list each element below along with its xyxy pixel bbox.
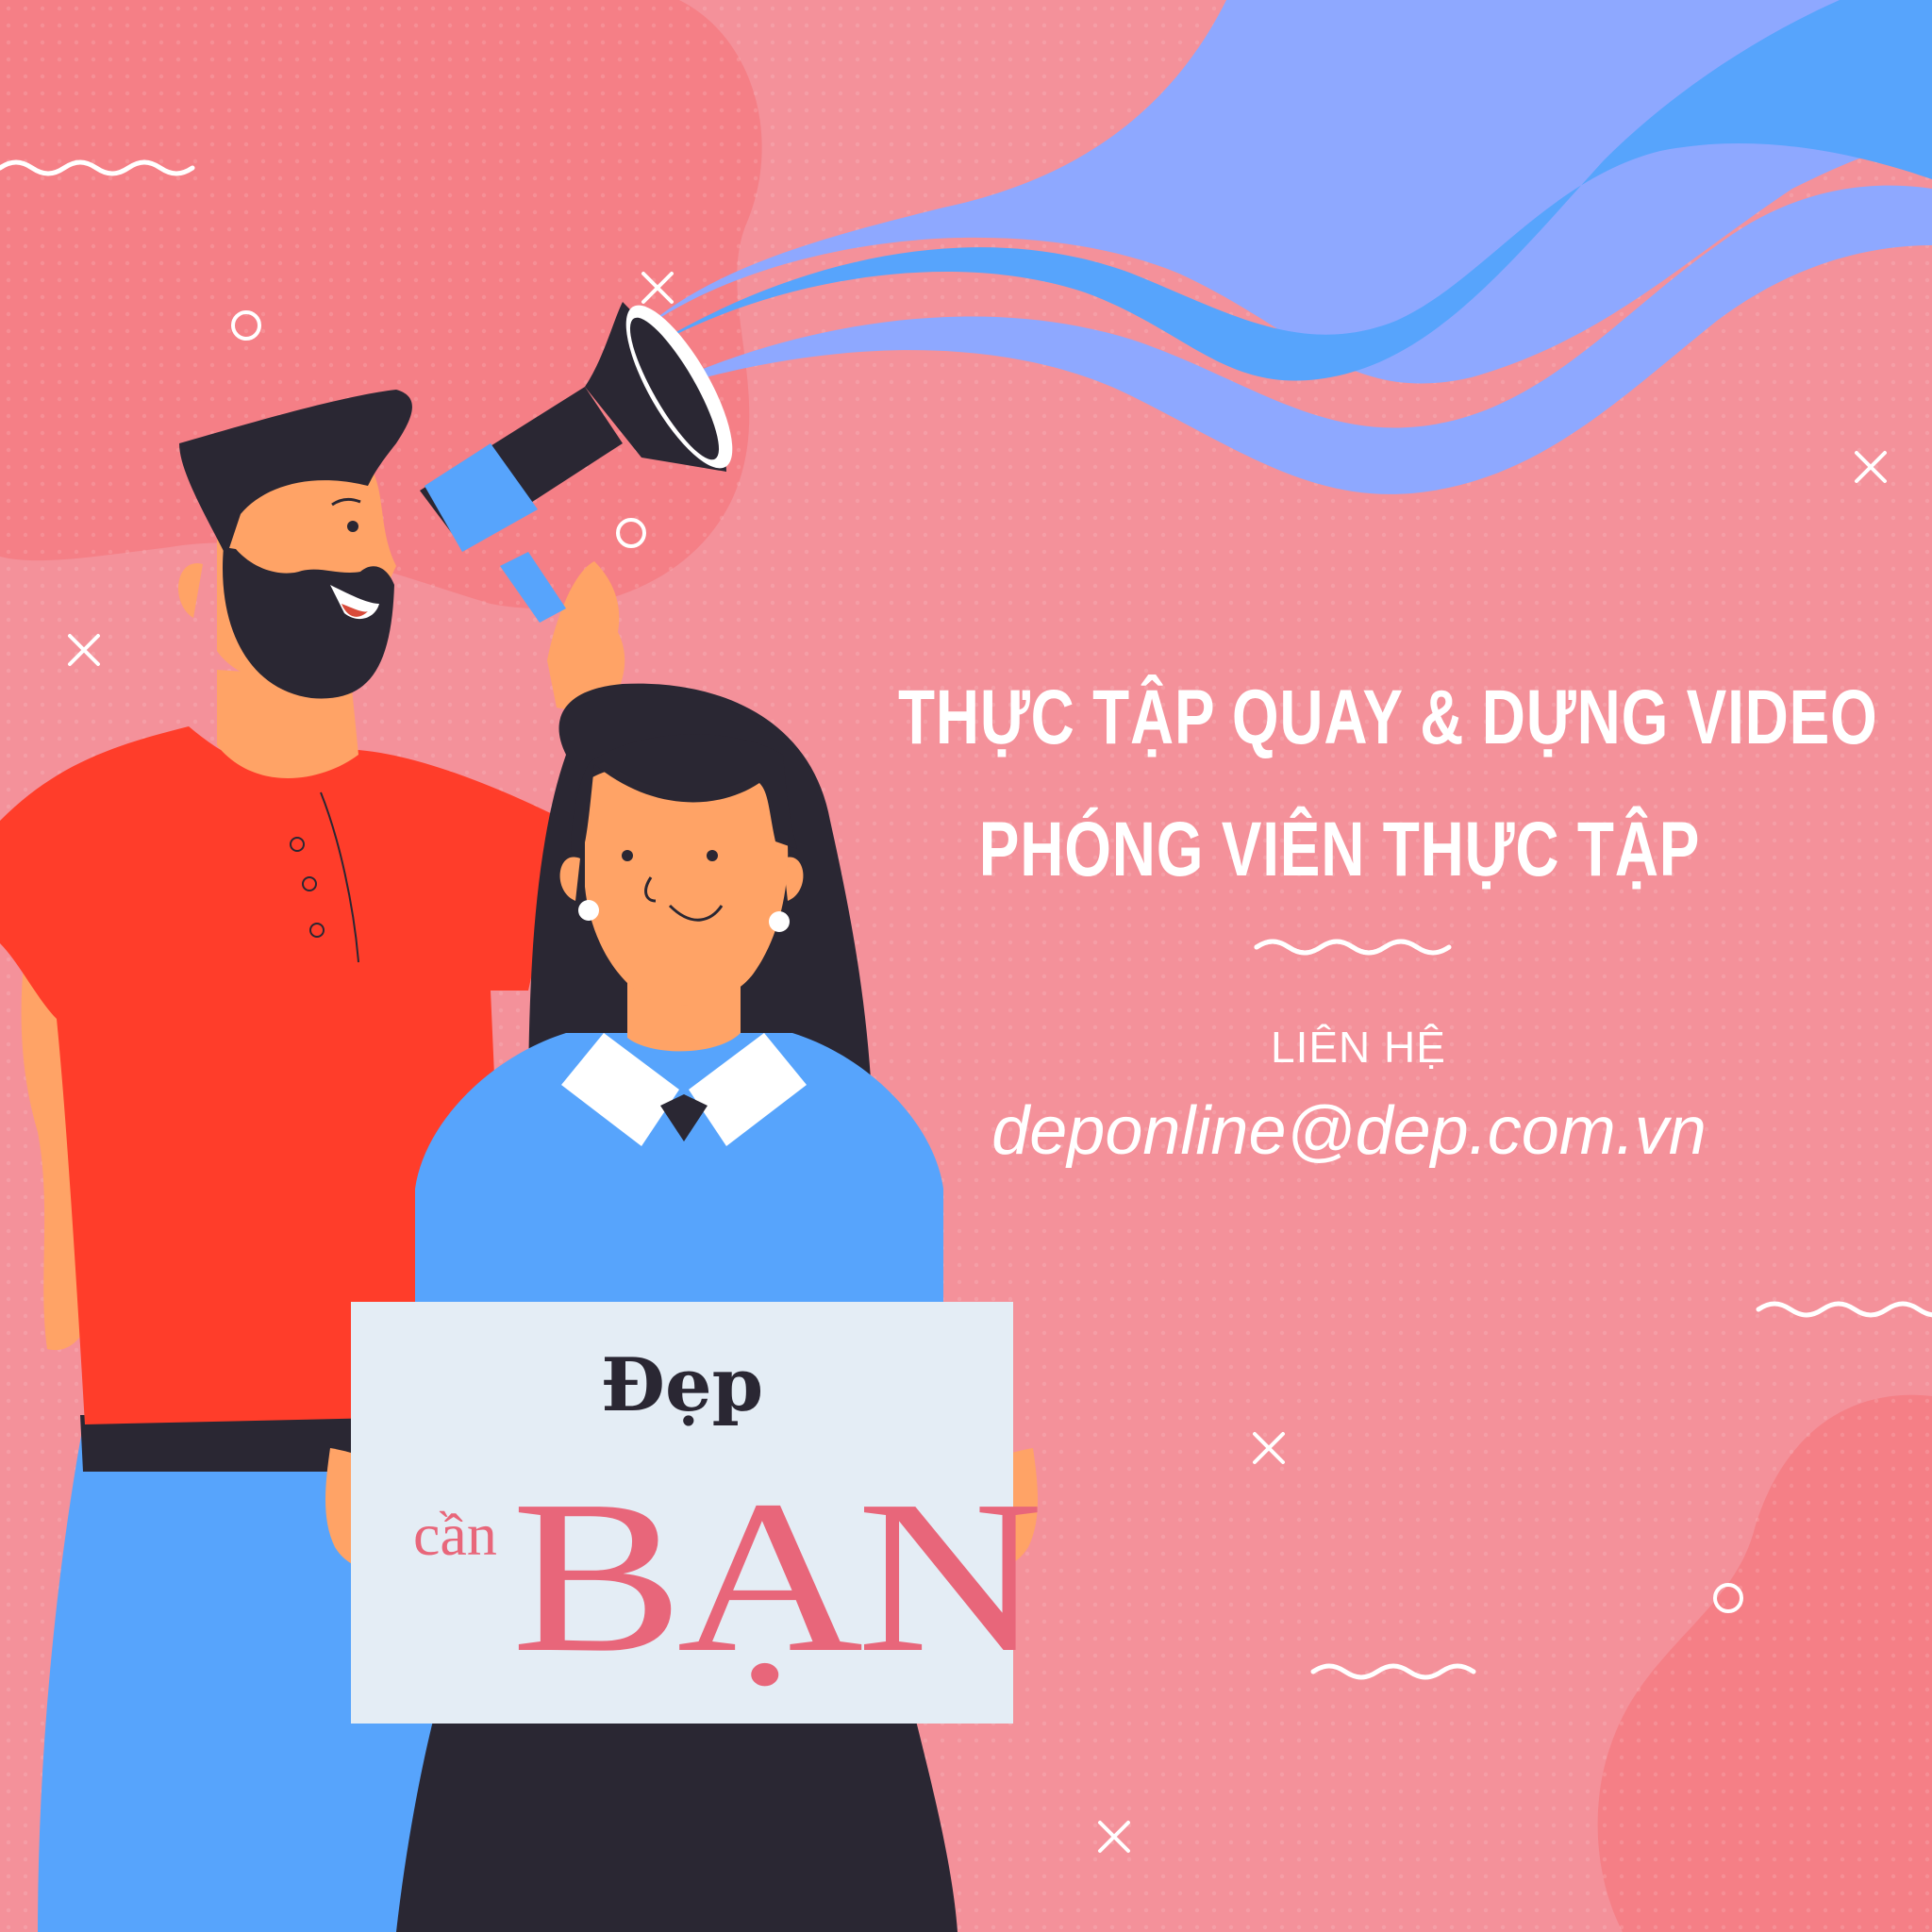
woman-earring-right: [769, 911, 790, 932]
woman-earring-left: [578, 900, 599, 921]
woman-eye-left: [622, 850, 633, 861]
sign-logo: Đẹp: [600, 1342, 764, 1428]
headline-line-1: THỰC TẬP QUAY & DỰNG VIDEO: [898, 675, 1878, 760]
woman-eye-right: [707, 850, 718, 861]
sign-word-big: BẠN: [511, 1456, 1043, 1698]
woman-skirt: [396, 1717, 958, 1932]
sign-board: Đẹp cần BẠN: [351, 1302, 1043, 1724]
poster: THỰC TẬP QUAY & DỰNG VIDEO PHÓNG VIÊN TH…: [0, 0, 1932, 1932]
contact-label: LIÊN HỆ: [1271, 1023, 1446, 1072]
sign-word-small: cần: [413, 1501, 497, 1568]
contact-email[interactable]: deponline@dep.com.vn: [906, 1092, 1792, 1170]
man-eye: [347, 521, 358, 532]
headline-line-2: PHÓNG VIÊN THỰC TẬP: [978, 807, 1701, 892]
